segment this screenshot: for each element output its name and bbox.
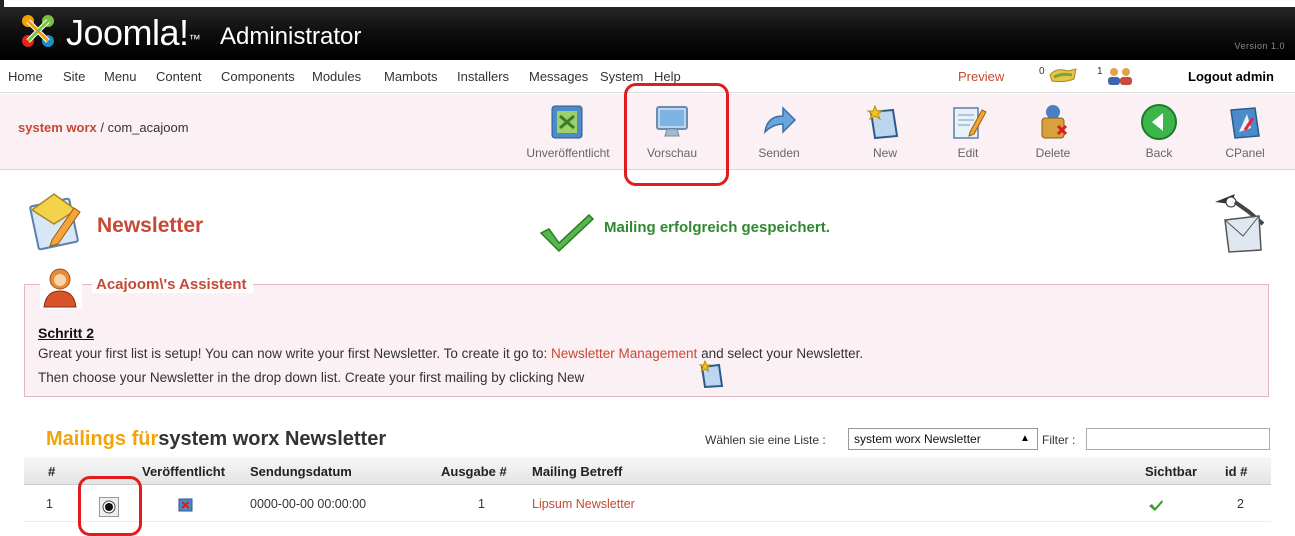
col-subject[interactable]: Mailing Betreff <box>532 464 622 479</box>
header-top-band <box>0 0 1295 7</box>
breadcrumb-component: com_acajoom <box>107 120 189 135</box>
menu-system[interactable]: System <box>600 69 643 84</box>
menu-mambots[interactable]: Mambots <box>384 69 437 84</box>
select-arrows-icon: ▲ <box>1020 433 1030 444</box>
col-send-date[interactable]: Sendungsdatum <box>250 464 352 479</box>
list-select-value: system worx Newsletter <box>854 432 981 446</box>
unpublish-button[interactable]: Unveröffentlicht <box>526 96 610 166</box>
unpublished-status-icon[interactable] <box>178 498 194 512</box>
assistant-legend: Acajoom\'s Assistent <box>92 276 253 293</box>
edit-label: Edit <box>957 146 979 160</box>
menu-content[interactable]: Content <box>156 69 202 84</box>
send-arrow-icon <box>763 106 797 135</box>
joomla-logo-icon <box>22 15 54 47</box>
admin-header: Joomla!™ Administrator Version 1.0 <box>0 0 1295 60</box>
mailings-title: Mailings fürsystem worx Newsletter <box>46 428 386 451</box>
col-id[interactable]: id # <box>1225 464 1247 479</box>
col-issue[interactable]: Ausgabe # <box>441 464 507 479</box>
menu-installers[interactable]: Installers <box>457 69 509 84</box>
users-count: 1 <box>1097 66 1103 77</box>
delete-icon <box>1041 105 1068 139</box>
menu-help[interactable]: Help <box>654 69 681 84</box>
list-select-label: Wählen sie eine Liste : <box>705 433 826 447</box>
filter-label: Filter : <box>1042 433 1076 447</box>
send-label: Senden <box>758 146 800 160</box>
row-number: 1 <box>46 497 53 511</box>
administrator-label: Administrator <box>220 23 362 50</box>
edit-button[interactable]: Edit <box>932 96 1004 166</box>
messages-count: 0 <box>1039 66 1045 77</box>
cpanel-label: CPanel <box>1225 146 1265 160</box>
page-title: Newsletter <box>97 214 204 237</box>
list-select-dropdown[interactable]: system worx Newsletter ▲ <box>848 428 1038 450</box>
assistant-instruction-2: Then choose your Newsletter in the drop … <box>38 370 585 385</box>
instruction-text: Great your first list is setup! You can … <box>38 346 551 361</box>
edit-icon <box>953 107 987 139</box>
stork-decoration-icon <box>1215 194 1265 253</box>
mailings-title-list: system worx Newsletter <box>158 428 387 450</box>
menu-home[interactable]: Home <box>8 69 43 84</box>
menu-menu[interactable]: Menu <box>104 69 137 84</box>
newsletter-management-link[interactable]: Newsletter Management <box>551 346 697 361</box>
logo-text: Joomla!™ <box>66 12 201 53</box>
breadcrumb-site[interactable]: system worx <box>18 120 97 135</box>
table-row[interactable]: 1 0000-00-00 00:00:00 1 Lipsum Newslette… <box>24 488 1271 522</box>
step-heading: Schritt 2 <box>38 325 95 341</box>
filter-input[interactable] <box>1086 428 1270 450</box>
mailings-title-prefix: Mailings für <box>46 428 159 450</box>
row-id: 2 <box>1237 497 1244 511</box>
preview-link[interactable]: Preview <box>958 69 1004 84</box>
new-label: New <box>872 146 897 160</box>
messages-icon[interactable] <box>1046 65 1080 85</box>
new-icon <box>866 104 899 140</box>
back-label: Back <box>1145 146 1173 160</box>
new-button[interactable]: New <box>849 96 921 166</box>
delete-label: Delete <box>1035 146 1071 160</box>
menu-messages[interactable]: Messages <box>529 69 588 84</box>
menu-components[interactable]: Components <box>221 69 295 84</box>
radio-highlight-box <box>78 476 142 536</box>
menu-site[interactable]: Site <box>63 69 85 84</box>
back-button[interactable]: Back <box>1123 96 1195 166</box>
unpublish-label: Unveröffentlicht <box>526 146 610 160</box>
breadcrumb-separator: / <box>96 120 108 135</box>
col-published[interactable]: Veröffentlicht <box>142 464 225 479</box>
delete-button[interactable]: Delete <box>1017 96 1089 166</box>
menu-modules[interactable]: Modules <box>312 69 361 84</box>
row-send-date: 0000-00-00 00:00:00 <box>250 497 367 511</box>
visible-check-icon[interactable] <box>1148 499 1164 512</box>
table-header: # Veröffentlicht Sendungsdatum Ausgabe #… <box>24 457 1271 485</box>
assistant-avatar-icon <box>40 265 82 309</box>
col-visible[interactable]: Sichtbar <box>1145 464 1197 479</box>
breadcrumb: system worx / com_acajoom <box>18 120 189 135</box>
checkmark-icon <box>539 213 595 253</box>
newsletter-page-icon <box>29 193 81 251</box>
send-button[interactable]: Senden <box>743 96 815 166</box>
preview-highlight-box <box>624 83 729 186</box>
back-arrow-icon <box>1141 104 1177 140</box>
col-number[interactable]: # <box>48 464 55 479</box>
success-message: Mailing erfolgreich gespeichert. <box>604 219 830 236</box>
unpublish-icon <box>551 105 583 139</box>
users-online-icon[interactable] <box>1105 66 1135 86</box>
version-label: Version 1.0 <box>1234 41 1285 51</box>
logout-link[interactable]: Logout admin <box>1188 69 1274 84</box>
assistant-instruction-1: Great your first list is setup! You can … <box>38 346 863 361</box>
cpanel-icon <box>1230 107 1260 139</box>
new-icon <box>698 359 724 389</box>
row-issue: 1 <box>478 497 485 511</box>
cpanel-button[interactable]: CPanel <box>1209 96 1281 166</box>
row-subject-link[interactable]: Lipsum Newsletter <box>532 497 635 511</box>
